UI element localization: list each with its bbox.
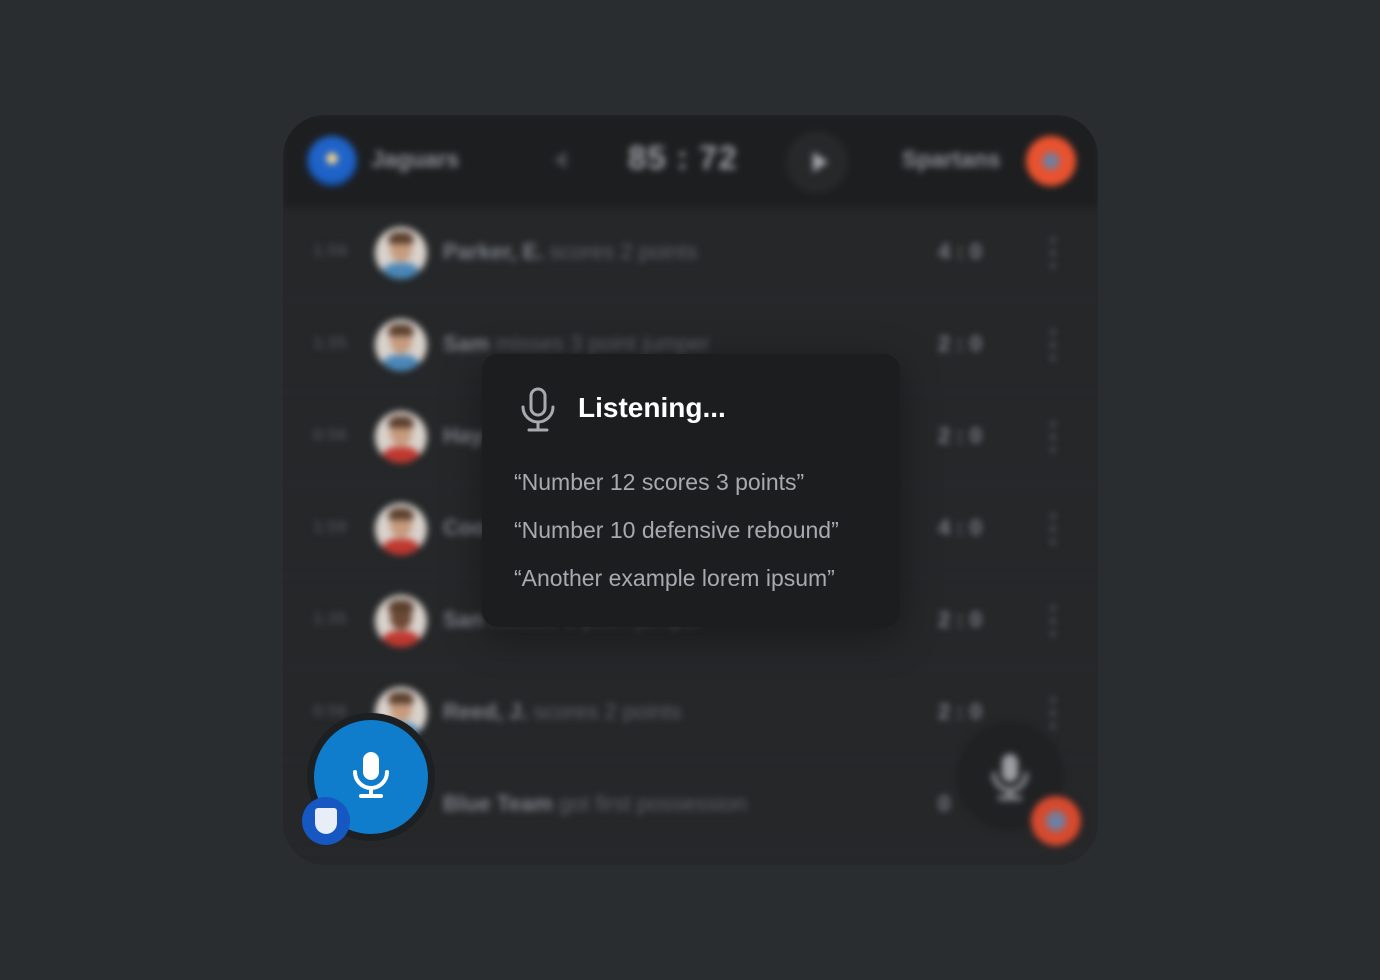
event-time: 0:56 bbox=[313, 702, 347, 720]
event-action: misses 3 point jumper bbox=[489, 331, 710, 356]
player-avatar bbox=[375, 319, 427, 371]
event-player-name: Blue Team bbox=[443, 791, 553, 816]
event-time: 1:59 bbox=[313, 242, 347, 260]
event-player-name: Parker, E. bbox=[443, 239, 544, 264]
more-options-icon[interactable] bbox=[1051, 697, 1055, 729]
previous-icon[interactable] bbox=[554, 151, 566, 169]
more-options-icon[interactable] bbox=[1051, 605, 1055, 637]
event-player-name: Coo bbox=[443, 515, 486, 540]
listening-popover: Listening... “Number 12 scores 3 points”… bbox=[482, 354, 900, 627]
event-description: Blue Team got first possession bbox=[443, 791, 747, 817]
microphone-icon bbox=[992, 754, 1028, 800]
player-avatar bbox=[375, 503, 427, 555]
event-score: 2 : 0 bbox=[938, 699, 983, 724]
more-options-icon[interactable] bbox=[1051, 237, 1055, 269]
event-time: 0:56 bbox=[313, 426, 347, 444]
scoreboard-header: Jaguars 85 : 72 Spartans bbox=[283, 115, 1098, 207]
player-avatar bbox=[375, 595, 427, 647]
crest-icon bbox=[315, 808, 337, 834]
event-player-name: Hay bbox=[443, 423, 484, 448]
event-score: 2 : 0 bbox=[938, 607, 983, 632]
game-score: 85 : 72 bbox=[628, 139, 738, 176]
player-avatar bbox=[375, 411, 427, 463]
more-options-icon[interactable] bbox=[1051, 329, 1055, 361]
play-icon bbox=[813, 152, 828, 172]
event-description: Coo bbox=[443, 515, 486, 541]
player-avatar bbox=[375, 227, 427, 279]
more-options-icon[interactable] bbox=[1051, 421, 1055, 453]
event-score: 2 : 0 bbox=[938, 331, 983, 356]
event-description: Parker, E. scores 2 points bbox=[443, 239, 697, 265]
away-team-badge bbox=[1031, 796, 1081, 846]
play-button[interactable] bbox=[786, 131, 848, 193]
away-team-name: Spartans bbox=[902, 146, 1001, 172]
event-score: 4 : 0 bbox=[938, 239, 983, 264]
home-team-name: Jaguars bbox=[371, 146, 460, 172]
more-options-icon[interactable] bbox=[1051, 513, 1055, 545]
example-phrase: “Number 10 defensive rebound” bbox=[514, 517, 839, 543]
event-action: got first possession bbox=[552, 791, 748, 816]
event-player-name: Sam bbox=[443, 331, 490, 356]
event-score: 0 bbox=[938, 791, 951, 816]
event-time: 1:59 bbox=[313, 518, 347, 536]
example-phrase: “Another example lorem ipsum” bbox=[514, 565, 835, 591]
microphone-outline-icon bbox=[521, 387, 555, 432]
event-score: 4 : 0 bbox=[938, 515, 983, 540]
event-time: 1:35 bbox=[313, 610, 347, 628]
event-description: Reed, J. scores 2 points bbox=[443, 699, 681, 725]
example-phrase: “Number 12 scores 3 points” bbox=[514, 469, 805, 495]
event-time: 1:35 bbox=[313, 334, 347, 352]
listening-title: Listening... bbox=[578, 392, 726, 423]
away-team-logo bbox=[1026, 136, 1076, 186]
event-action: scores 2 points bbox=[527, 699, 682, 724]
event-row[interactable]: 1:59 Parker, E. scores 2 points 4 : 0 bbox=[283, 207, 1098, 300]
microphone-icon bbox=[353, 752, 389, 798]
home-team-badge bbox=[302, 797, 350, 845]
event-description: Hay bbox=[443, 423, 483, 449]
event-player-name: Reed, J. bbox=[443, 699, 528, 724]
event-action: scores 2 points bbox=[543, 239, 698, 264]
event-player-name: San bbox=[443, 607, 484, 632]
event-score: 2 : 0 bbox=[938, 423, 983, 448]
home-team-logo bbox=[307, 136, 357, 186]
